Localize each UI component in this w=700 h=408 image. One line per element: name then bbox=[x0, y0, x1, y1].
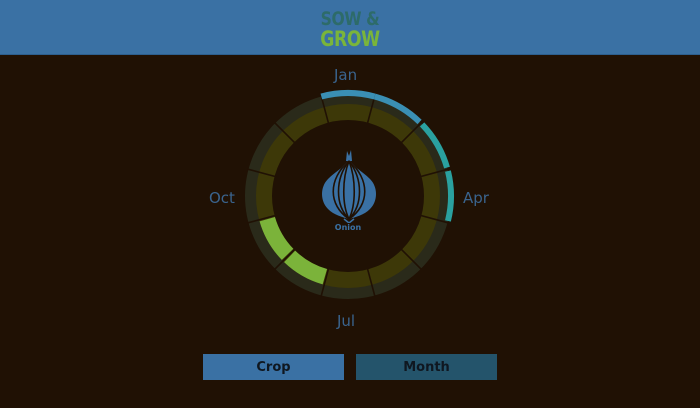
month-label-apr: Apr bbox=[463, 189, 489, 207]
crop-button[interactable]: Crop bbox=[203, 354, 344, 380]
crop-name-label: Onion bbox=[334, 223, 362, 232]
month-button[interactable]: Month bbox=[356, 354, 497, 380]
month-label-jan: Jan bbox=[334, 66, 358, 84]
month-label-oct: Oct bbox=[209, 189, 235, 207]
month-label-jul: Jul bbox=[337, 312, 356, 330]
onion-icon bbox=[322, 150, 376, 223]
